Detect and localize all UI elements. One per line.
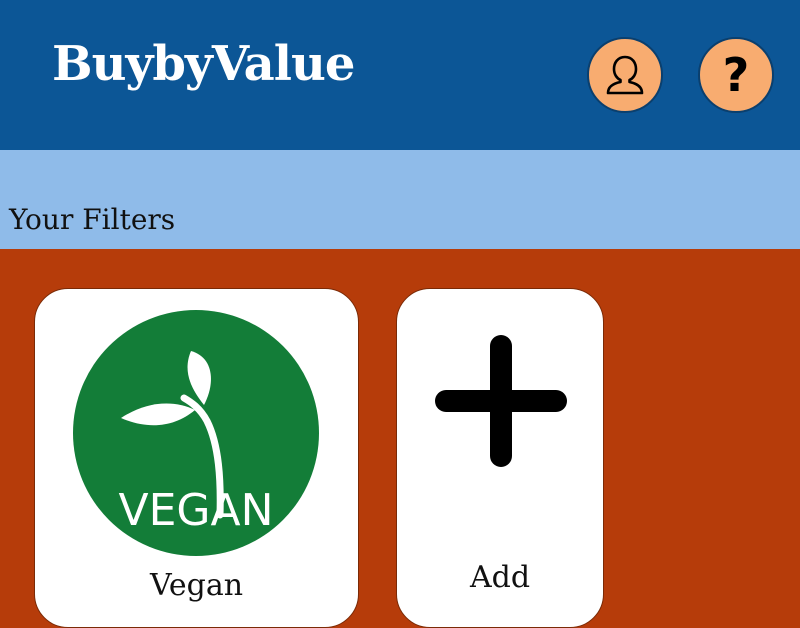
add-filter-label: Add	[469, 560, 531, 595]
plus-icon	[435, 335, 567, 467]
filter-card-vegan[interactable]: VEGAN Vegan	[34, 288, 359, 628]
add-filter-button[interactable]: Add	[396, 288, 604, 628]
vegan-badge-icon: VEGAN	[73, 310, 319, 556]
help-button[interactable]: ?	[698, 37, 774, 113]
brand-logo[interactable]: BuybyValue	[52, 40, 355, 88]
filter-card-label: Vegan	[149, 568, 244, 603]
vegan-badge-text: VEGAN	[118, 485, 273, 536]
user-icon	[606, 55, 644, 95]
app-header: BuybyValue ?	[0, 0, 800, 150]
account-button[interactable]	[587, 37, 663, 113]
filters-title: Your Filters	[9, 203, 176, 236]
question-mark-icon: ?	[722, 48, 750, 102]
filters-header: Your Filters	[0, 150, 800, 249]
